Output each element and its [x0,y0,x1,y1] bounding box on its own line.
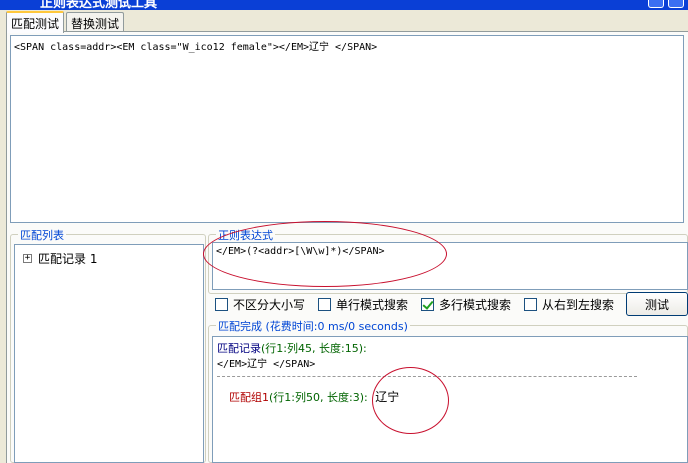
close-button[interactable] [668,0,684,8]
minimize-button[interactable] [648,0,664,8]
source-text-input[interactable]: <SPAN class=addr><EM class="W_ico12 fema… [10,35,684,223]
option-ignore-case[interactable]: 不区分大小写 [215,296,305,313]
record-header: 匹配记录(行1:列45, 长度:15): [217,340,367,356]
checkbox-checked-icon[interactable] [421,297,435,311]
group-line: 匹配组1(行1:列50, 长度:3): 辽宁 [229,388,399,405]
record-meta: (行1:列45, 长度:15): [261,342,367,355]
group-value: 辽宁 [375,390,400,404]
group-meta: (行1:列50, 长度:3): [269,391,368,404]
checkbox-icon[interactable] [215,297,228,311]
tab-match-test[interactable]: 匹配测试 [6,11,65,33]
option-multiline[interactable]: 多行模式搜索 [421,296,511,313]
option-right-to-left[interactable]: 从右到左搜索 [524,296,614,313]
options-bar: 不区分大小写 单行模式搜索 多行模式搜索 从右到左搜索 [215,295,627,313]
option-singleline[interactable]: 单行模式搜索 [318,296,408,313]
test-button[interactable]: 测试 [626,292,688,316]
checkbox-icon[interactable] [524,297,538,311]
record-text: </EM>辽宁 </SPAN> [217,359,316,370]
result-output[interactable]: 匹配记录(行1:列45, 长度:15): </EM>辽宁 </SPAN> 匹配组… [212,336,688,463]
separator [217,376,637,377]
checkbox-icon[interactable] [318,297,332,311]
group-title: 匹配组1 [229,391,269,404]
regex-label: 正则表达式 [216,227,275,243]
title-bar: 正则表达式测试工具 [0,0,688,10]
match-list-label: 匹配列表 [18,227,66,243]
tab-replace-test[interactable]: 替换测试 [66,12,125,32]
tree-item-record-1[interactable]: + 匹配记录 1 [23,250,97,267]
match-tree[interactable]: + 匹配记录 1 [14,244,204,463]
record-title: 匹配记录 [217,342,261,355]
window-title: 正则表达式测试工具 [40,0,158,10]
expand-icon[interactable]: + [23,254,32,263]
result-status-label: 匹配完成 (花费时间:0 ms/0 seconds) [216,318,410,334]
regex-input[interactable]: </EM>(?<addr>[\W\w]*)</SPAN> [212,242,688,290]
tree-item-label: 匹配记录 1 [38,252,98,266]
